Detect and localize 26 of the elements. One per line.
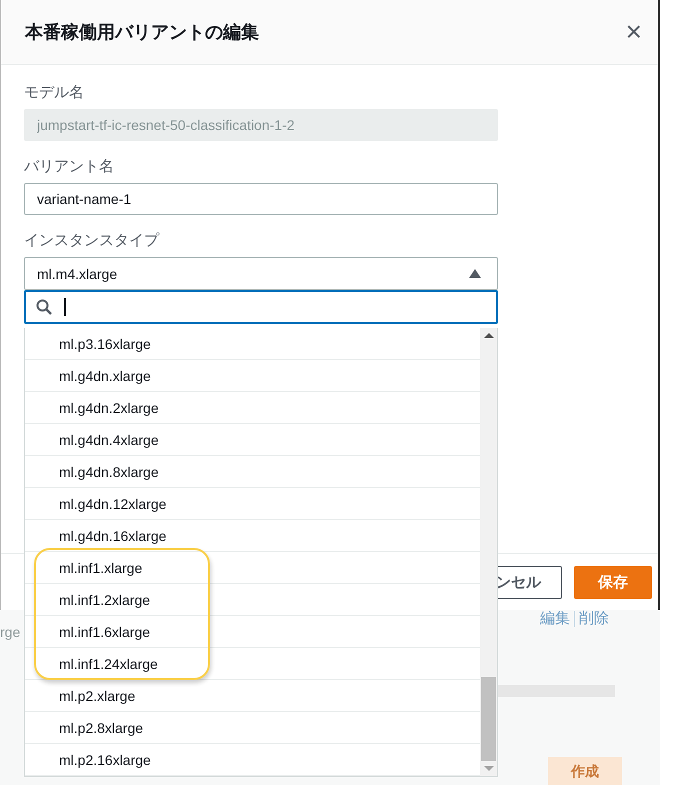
field-label: インスタンスタイプ: [24, 231, 160, 250]
option-item[interactable]: ml.g4dn.8xlarge: [25, 456, 480, 488]
close-button[interactable]: ×: [620, 18, 648, 46]
scrollbar[interactable]: [498, 685, 615, 697]
field-label: バリアント名: [24, 157, 115, 176]
option-item[interactable]: ml.inf1.24xlarge: [25, 648, 480, 680]
text-field[interactable]: variant-name-1: [24, 183, 498, 215]
option-item[interactable]: ml.p3.16xlarge: [25, 328, 480, 360]
option-item[interactable]: ml.g4dn.2xlarge: [25, 392, 480, 424]
option-item[interactable]: ml.inf1.xlarge: [25, 552, 480, 584]
option-item[interactable]: ml.g4dn.xlarge: [25, 360, 480, 392]
option-item[interactable]: ml.p2.xlarge: [25, 680, 480, 712]
option-item[interactable]: ml.p2.8xlarge: [25, 712, 480, 744]
search-field[interactable]: [24, 290, 498, 324]
scrollbar[interactable]: [480, 328, 497, 776]
option-item[interactable]: ml.g4dn.16xlarge: [25, 520, 480, 552]
table-cell: rge: [0, 624, 20, 640]
option-item[interactable]: ml.g4dn.4xlarge: [25, 424, 480, 456]
option-item[interactable]: ml.g4dn.12xlarge: [25, 488, 480, 520]
dialog-title: 本番稼働用バリアントの編集: [25, 21, 259, 44]
instance-type-select[interactable]: ml.m4.xlarge: [24, 257, 498, 290]
option-item[interactable]: ml.inf1.6xlarge: [25, 616, 480, 648]
search-icon: [36, 299, 52, 315]
field-label: モデル名: [24, 83, 85, 102]
option-item[interactable]: ml.inf1.2xlarge: [25, 584, 480, 616]
option-item[interactable]: ml.p2.16xlarge: [25, 744, 480, 776]
